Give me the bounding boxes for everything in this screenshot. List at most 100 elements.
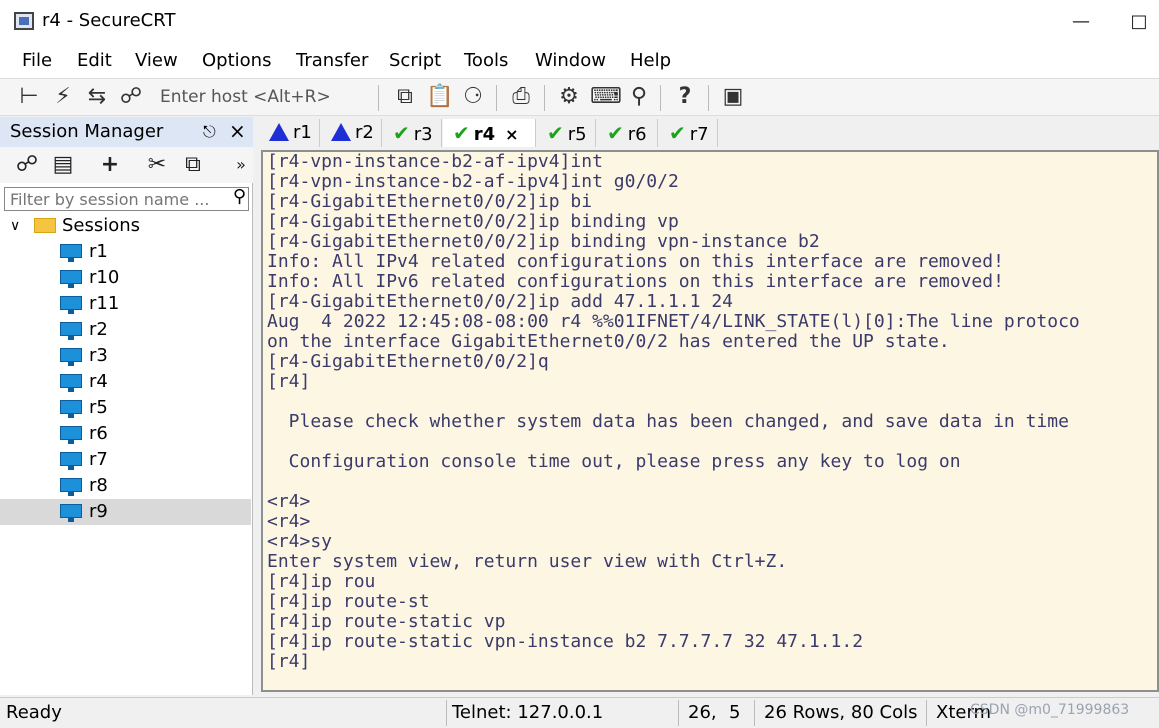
menu-tools[interactable]: Tools <box>464 50 508 71</box>
terminal-line: [r4] <box>267 371 311 392</box>
session-item-r1[interactable]: r1 <box>0 239 251 265</box>
clipboard-icon[interactable]: 📋 <box>426 84 453 110</box>
monitor-icon <box>60 296 82 314</box>
terminal-line: [r4]ip rou <box>267 571 376 592</box>
session-item-r10[interactable]: r10 <box>0 265 251 291</box>
terminal-line: Info: All IPv4 related configurations on… <box>267 251 1004 272</box>
session-item-r4[interactable]: r4 <box>0 369 251 395</box>
menu-script[interactable]: Script <box>389 50 441 71</box>
terminal-line: [r4-vpn-instance-b2-af-ipv4]int <box>267 151 603 172</box>
session-item-r7[interactable]: r7 <box>0 447 251 473</box>
session-manager-toolbar: ☍ ▤ + ✂ ⧉ » <box>0 147 253 183</box>
tab-r1[interactable]: r1 <box>259 119 320 147</box>
tree-root-sessions[interactable]: ∨ Sessions <box>0 213 251 239</box>
warning-icon <box>331 123 351 141</box>
close-icon[interactable]: × <box>229 119 246 143</box>
session-item-r2[interactable]: r2 <box>0 317 251 343</box>
session-item-r9[interactable]: r9 <box>0 499 251 525</box>
copy-icon[interactable]: ⧉ <box>392 84 418 110</box>
session-item-r3[interactable]: r3 <box>0 343 251 369</box>
monitor-icon <box>60 426 82 444</box>
connect-tree-icon[interactable]: ⊢ <box>16 84 42 110</box>
session-manager-panel: Session Manager ⎋ × ☍ ▤ + ✂ ⧉ » ⚲ ∨ Sess… <box>0 117 253 695</box>
tree-root-label: Sessions <box>62 215 141 236</box>
session-item-r11[interactable]: r11 <box>0 291 251 317</box>
session-label: r4 <box>89 371 108 392</box>
menu-window[interactable]: Window <box>535 50 606 71</box>
link-icon[interactable]: ☍ <box>14 152 40 178</box>
terminal-line: [r4-GigabitEthernet0/0/2]ip bi <box>267 191 593 212</box>
monitor-icon <box>60 374 82 392</box>
session-item-r5[interactable]: r5 <box>0 395 251 421</box>
status-connection: Telnet: 127.0.0.1 <box>452 702 604 723</box>
close-tab-icon[interactable]: × <box>505 125 518 144</box>
tab-r2[interactable]: r2 <box>321 119 382 147</box>
chevron-down-icon[interactable]: ∨ <box>10 213 20 239</box>
new-window-icon[interactable]: ▤ <box>50 152 76 178</box>
tab-r6[interactable]: ✔ r6 <box>597 119 658 147</box>
tab-label: r2 <box>355 122 374 143</box>
monitor-icon <box>60 452 82 470</box>
session-filter-box: ⚲ <box>4 186 249 211</box>
monitor-icon <box>60 270 82 288</box>
tab-r3[interactable]: ✔ r3 <box>383 119 442 147</box>
monitor-icon <box>60 504 82 522</box>
tab-r5[interactable]: ✔ r5 <box>537 119 596 147</box>
tab-label: r4 <box>473 124 496 145</box>
status-separator <box>926 700 927 726</box>
find-binoculars-icon[interactable]: ⚆ <box>460 84 486 110</box>
menu-file[interactable]: File <box>22 50 52 71</box>
add-session-icon[interactable]: + <box>97 152 123 178</box>
monitor-icon <box>60 322 82 340</box>
copy-icon[interactable]: ⧉ <box>180 152 206 178</box>
window-title: r4 - SecureCRT <box>42 10 176 31</box>
pin-icon[interactable]: ⎋ <box>203 122 216 142</box>
status-separator <box>678 700 679 726</box>
cut-icon[interactable]: ✂ <box>144 152 170 178</box>
menu-edit[interactable]: Edit <box>77 50 112 71</box>
status-separator <box>446 700 447 726</box>
terminal-line: [r4-GigabitEthernet0/0/2]ip binding vpn-… <box>267 231 820 252</box>
status-ready: Ready <box>6 702 62 723</box>
session-label: r1 <box>89 241 108 262</box>
terminal-line: [r4]ip route-st <box>267 591 430 612</box>
menu-help[interactable]: Help <box>630 50 671 71</box>
checkmark-icon: ✔ <box>453 121 470 145</box>
terminal-line: <r4> <box>267 511 311 532</box>
terminal-line: [r4] <box>267 651 311 672</box>
warning-icon <box>269 123 289 141</box>
key-icon[interactable]: ⚲ <box>626 84 652 110</box>
overflow-chevron-icon[interactable]: » <box>228 152 254 178</box>
securecrt-app-icon <box>14 12 34 30</box>
quick-connect-icon[interactable]: ⚡ <box>50 84 76 110</box>
tab-label: r3 <box>413 124 433 145</box>
terminal-output[interactable]: [r4-vpn-instance-b2-af-ipv4]int [r4-vpn-… <box>261 150 1159 692</box>
minimize-button[interactable]: — <box>1058 8 1104 36</box>
tab-r7[interactable]: ✔ r7 <box>659 119 718 147</box>
settings-gear-icon[interactable]: ⚙ <box>556 84 582 110</box>
menu-options[interactable]: Options <box>202 50 271 71</box>
terminal-line: on the interface GigabitEthernet0/0/2 ha… <box>267 331 950 352</box>
tab-r4[interactable]: ✔ r4 × <box>443 119 536 147</box>
keymap-keyboard-icon[interactable]: ⌨ <box>590 84 622 110</box>
menu-transfer[interactable]: Transfer <box>296 50 368 71</box>
toolbar-separator <box>660 85 661 111</box>
secure-file-icon[interactable]: ▣ <box>720 84 746 110</box>
search-icon[interactable]: ⚲ <box>233 186 246 207</box>
maximize-button[interactable]: □ <box>1116 8 1159 36</box>
reconnect-icon[interactable]: ⇆ <box>84 84 110 110</box>
status-separator <box>754 700 755 726</box>
session-filter-input[interactable] <box>8 188 222 210</box>
help-icon[interactable]: ? <box>672 84 698 110</box>
link-icon[interactable]: ☍ <box>118 84 144 110</box>
session-item-r8[interactable]: r8 <box>0 473 251 499</box>
terminal-line: [r4-GigabitEthernet0/0/2]ip add 47.1.1.1… <box>267 291 733 312</box>
session-item-r6[interactable]: r6 <box>0 421 251 447</box>
terminal-line: [r4]ip route-static vp <box>267 611 506 632</box>
enter-host-field[interactable]: Enter host <Alt+R> <box>160 87 331 107</box>
session-label: r2 <box>89 319 108 340</box>
terminal-line: Configuration console time out, please p… <box>267 451 961 472</box>
terminal-line: [r4-GigabitEthernet0/0/2]q <box>267 351 549 372</box>
print-icon[interactable]: ⎙ <box>508 84 534 110</box>
menu-view[interactable]: View <box>135 50 178 71</box>
